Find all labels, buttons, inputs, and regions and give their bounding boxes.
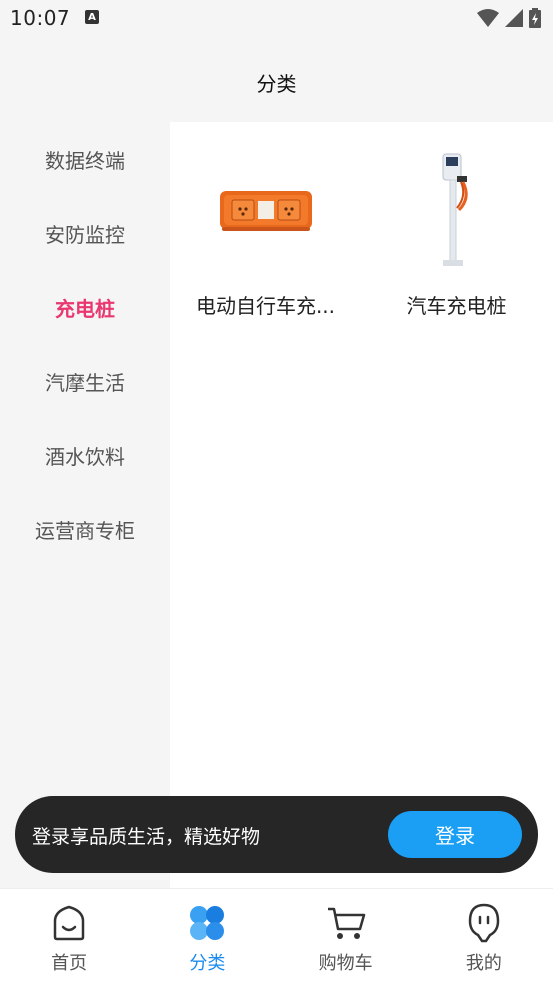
nav-item-cart[interactable]: 购物车: [277, 889, 415, 984]
nav-label: 购物车: [318, 953, 373, 974]
login-banner: 登录享品质生活，精选好物 登录: [15, 796, 538, 873]
home-icon: [49, 903, 89, 943]
nav-label: 首页: [51, 953, 88, 974]
product-card-ebike-charger[interactable]: 电动自行车充...: [170, 148, 361, 319]
status-time: 10:07: [10, 6, 71, 30]
nav-label: 分类: [189, 953, 226, 974]
product-card-car-charging-pile[interactable]: 汽车充电桩: [361, 148, 552, 319]
product-name: 电动自行车充...: [195, 294, 336, 318]
sidebar-item-auto-life[interactable]: 汽摩生活: [0, 344, 170, 418]
cart-icon: [326, 903, 366, 943]
sidebar-item-data-terminal[interactable]: 数据终端: [0, 122, 170, 196]
page-title: 分类: [256, 72, 297, 96]
login-button[interactable]: 登录: [388, 811, 522, 858]
sidebar-item-drinks[interactable]: 酒水饮料: [0, 418, 170, 492]
status-bar: 10:07 A: [0, 0, 553, 38]
nav-label: 我的: [465, 953, 502, 974]
nav-item-home[interactable]: 首页: [0, 889, 138, 984]
sidebar-item-security[interactable]: 安防监控: [0, 196, 170, 270]
header: 分类: [0, 38, 553, 122]
product-grid: 电动自行车充... 汽车充电桩: [170, 122, 553, 319]
sidebar-item-carrier-store[interactable]: 运营商专柜: [0, 492, 170, 566]
battery-icon: [529, 8, 541, 28]
product-name: 汽车充电桩: [406, 294, 507, 318]
nav-item-profile[interactable]: 我的: [415, 889, 553, 984]
sidebar-item-charging-pile[interactable]: 充电桩: [0, 270, 170, 344]
profile-icon: [464, 903, 504, 943]
car-charging-pile-image: [392, 148, 522, 272]
ebike-charger-image: [201, 148, 331, 272]
signal-icon: [505, 9, 523, 27]
category-sidebar: 数据终端 安防监控 充电桩 汽摩生活 酒水饮料 运营商专柜: [0, 122, 170, 888]
category-icon: [187, 903, 227, 943]
accessibility-badge-icon: A: [85, 10, 99, 24]
wifi-icon: [477, 9, 499, 27]
nav-item-category[interactable]: 分类: [138, 889, 276, 984]
bottom-nav: 首页 分类 购物车 我的: [0, 888, 553, 984]
product-panel: 电动自行车充... 汽车充电桩: [170, 122, 553, 888]
status-icons: [477, 8, 541, 28]
login-prompt-text: 登录享品质生活，精选好物: [32, 826, 261, 848]
